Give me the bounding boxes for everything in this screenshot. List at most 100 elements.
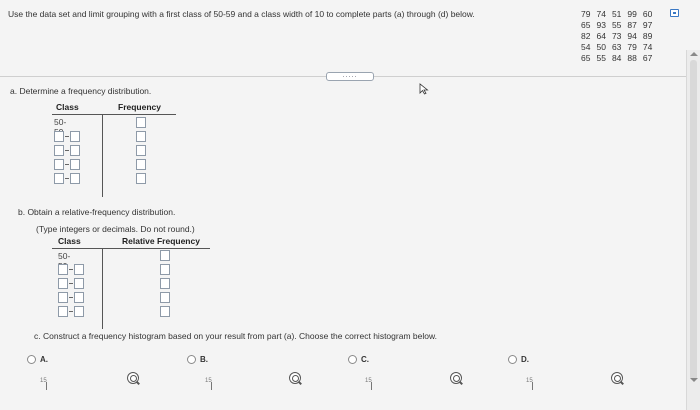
class-header: Class bbox=[58, 236, 81, 246]
divider-handle[interactable]: ..... bbox=[326, 72, 374, 81]
data-value: 55 bbox=[611, 19, 622, 30]
relative-frequency-input[interactable] bbox=[160, 306, 170, 317]
data-set-table: 79 74 51 99 60 65 93 55 87 97 82 64 73 9… bbox=[578, 8, 655, 63]
data-value: 82 bbox=[581, 30, 591, 41]
column-separator bbox=[102, 115, 103, 197]
class-lower-input[interactable] bbox=[58, 306, 68, 317]
class-dash bbox=[65, 178, 69, 179]
data-value: 79 bbox=[581, 8, 591, 19]
class-lower-input[interactable] bbox=[54, 131, 64, 142]
frequency-input[interactable] bbox=[136, 159, 146, 170]
part-c-prompt: c. Construct a frequency histogram based… bbox=[34, 331, 437, 341]
data-value: 67 bbox=[642, 52, 653, 63]
option-b-radio[interactable] bbox=[187, 355, 196, 364]
question-panel: Use the data set and limit grouping with… bbox=[0, 0, 700, 410]
class-dash bbox=[69, 283, 73, 284]
frequency-table-header: Class Frequency bbox=[52, 102, 176, 115]
column-separator bbox=[102, 249, 103, 329]
instructions-text: Use the data set and limit grouping with… bbox=[8, 9, 475, 19]
option-d-radio[interactable] bbox=[508, 355, 517, 364]
option-a-zoom-icon[interactable] bbox=[127, 372, 139, 384]
data-value: 65 bbox=[581, 19, 591, 30]
option-d-zoom-icon[interactable] bbox=[611, 372, 623, 384]
class-dash bbox=[69, 269, 73, 270]
option-a-axis-label: 15 bbox=[40, 378, 47, 390]
data-row: 65 93 55 87 97 bbox=[578, 19, 655, 30]
data-value: 73 bbox=[611, 30, 622, 41]
data-value: 55 bbox=[596, 52, 606, 63]
class-upper-input[interactable] bbox=[70, 145, 80, 156]
option-c-radio[interactable] bbox=[348, 355, 357, 364]
class-lower-input[interactable] bbox=[58, 278, 68, 289]
vertical-scrollbar[interactable] bbox=[686, 50, 700, 410]
relative-frequency-input[interactable] bbox=[160, 278, 170, 289]
class-dash bbox=[65, 136, 69, 137]
data-value: 64 bbox=[596, 30, 606, 41]
class-dash bbox=[65, 164, 69, 165]
part-b-prompt: b. Obtain a relative-frequency distribut… bbox=[18, 207, 176, 217]
class-lower-input[interactable] bbox=[58, 292, 68, 303]
class-lower-input[interactable] bbox=[54, 159, 64, 170]
class-upper-input[interactable] bbox=[70, 173, 80, 184]
relative-frequency-header: Relative Frequency bbox=[122, 236, 200, 246]
class-dash bbox=[69, 297, 73, 298]
option-b-zoom-icon[interactable] bbox=[289, 372, 301, 384]
data-value: 99 bbox=[627, 8, 637, 19]
data-value: 65 bbox=[581, 52, 591, 63]
class-upper-input[interactable] bbox=[70, 131, 80, 142]
data-value: 60 bbox=[642, 8, 653, 19]
class-lower-input[interactable] bbox=[58, 264, 68, 275]
frequency-input[interactable] bbox=[136, 131, 146, 142]
copy-icon[interactable] bbox=[670, 9, 679, 17]
option-a-label: A. bbox=[40, 355, 48, 364]
class-header: Class bbox=[56, 102, 79, 112]
data-value: 87 bbox=[627, 19, 637, 30]
data-value: 74 bbox=[596, 8, 606, 19]
class-dash bbox=[69, 311, 73, 312]
class-lower-input[interactable] bbox=[54, 145, 64, 156]
data-value: 89 bbox=[642, 30, 653, 41]
class-dash bbox=[65, 150, 69, 151]
class-upper-input[interactable] bbox=[74, 292, 84, 303]
data-value: 79 bbox=[627, 41, 637, 52]
class-upper-input[interactable] bbox=[74, 278, 84, 289]
data-value: 94 bbox=[627, 30, 637, 41]
frequency-input[interactable] bbox=[136, 173, 146, 184]
part-b-hint: (Type integers or decimals. Do not round… bbox=[36, 224, 195, 234]
class-upper-input[interactable] bbox=[74, 306, 84, 317]
option-d-axis-label: 15 bbox=[526, 378, 533, 390]
frequency-input[interactable] bbox=[136, 117, 146, 128]
data-value: 54 bbox=[581, 41, 591, 52]
data-row: 82 64 73 94 89 bbox=[578, 30, 655, 41]
option-b-axis-label: 15 bbox=[205, 378, 212, 390]
part-a-prompt: a. Determine a frequency distribution. bbox=[10, 86, 152, 96]
scroll-thumb[interactable] bbox=[690, 60, 697, 380]
class-upper-input[interactable] bbox=[70, 159, 80, 170]
relative-frequency-input[interactable] bbox=[160, 264, 170, 275]
data-value: 97 bbox=[642, 19, 653, 30]
data-value: 93 bbox=[596, 19, 606, 30]
relative-frequency-input[interactable] bbox=[160, 250, 170, 261]
data-value: 88 bbox=[627, 52, 637, 63]
relative-frequency-input[interactable] bbox=[160, 292, 170, 303]
frequency-input[interactable] bbox=[136, 145, 146, 156]
data-row: 65 55 84 88 67 bbox=[578, 52, 655, 63]
class-lower-input[interactable] bbox=[54, 173, 64, 184]
data-value: 51 bbox=[611, 8, 622, 19]
cursor-arrow-icon bbox=[419, 83, 429, 95]
option-c-label: C. bbox=[361, 355, 369, 364]
data-row: 54 50 63 79 74 bbox=[578, 41, 655, 52]
class-upper-input[interactable] bbox=[74, 264, 84, 275]
option-b-label: B. bbox=[200, 355, 208, 364]
option-a-radio[interactable] bbox=[27, 355, 36, 364]
data-row: 79 74 51 99 60 bbox=[578, 8, 655, 19]
data-value: 50 bbox=[596, 41, 606, 52]
option-c-axis-label: 15 bbox=[365, 378, 372, 390]
data-value: 84 bbox=[611, 52, 622, 63]
scroll-up-arrow-icon[interactable] bbox=[690, 52, 698, 56]
data-value: 63 bbox=[611, 41, 622, 52]
option-c-zoom-icon[interactable] bbox=[450, 372, 462, 384]
frequency-header: Frequency bbox=[118, 102, 161, 112]
relative-frequency-table-header: Class Relative Frequency bbox=[52, 236, 210, 249]
scroll-down-arrow-icon[interactable] bbox=[690, 378, 698, 382]
